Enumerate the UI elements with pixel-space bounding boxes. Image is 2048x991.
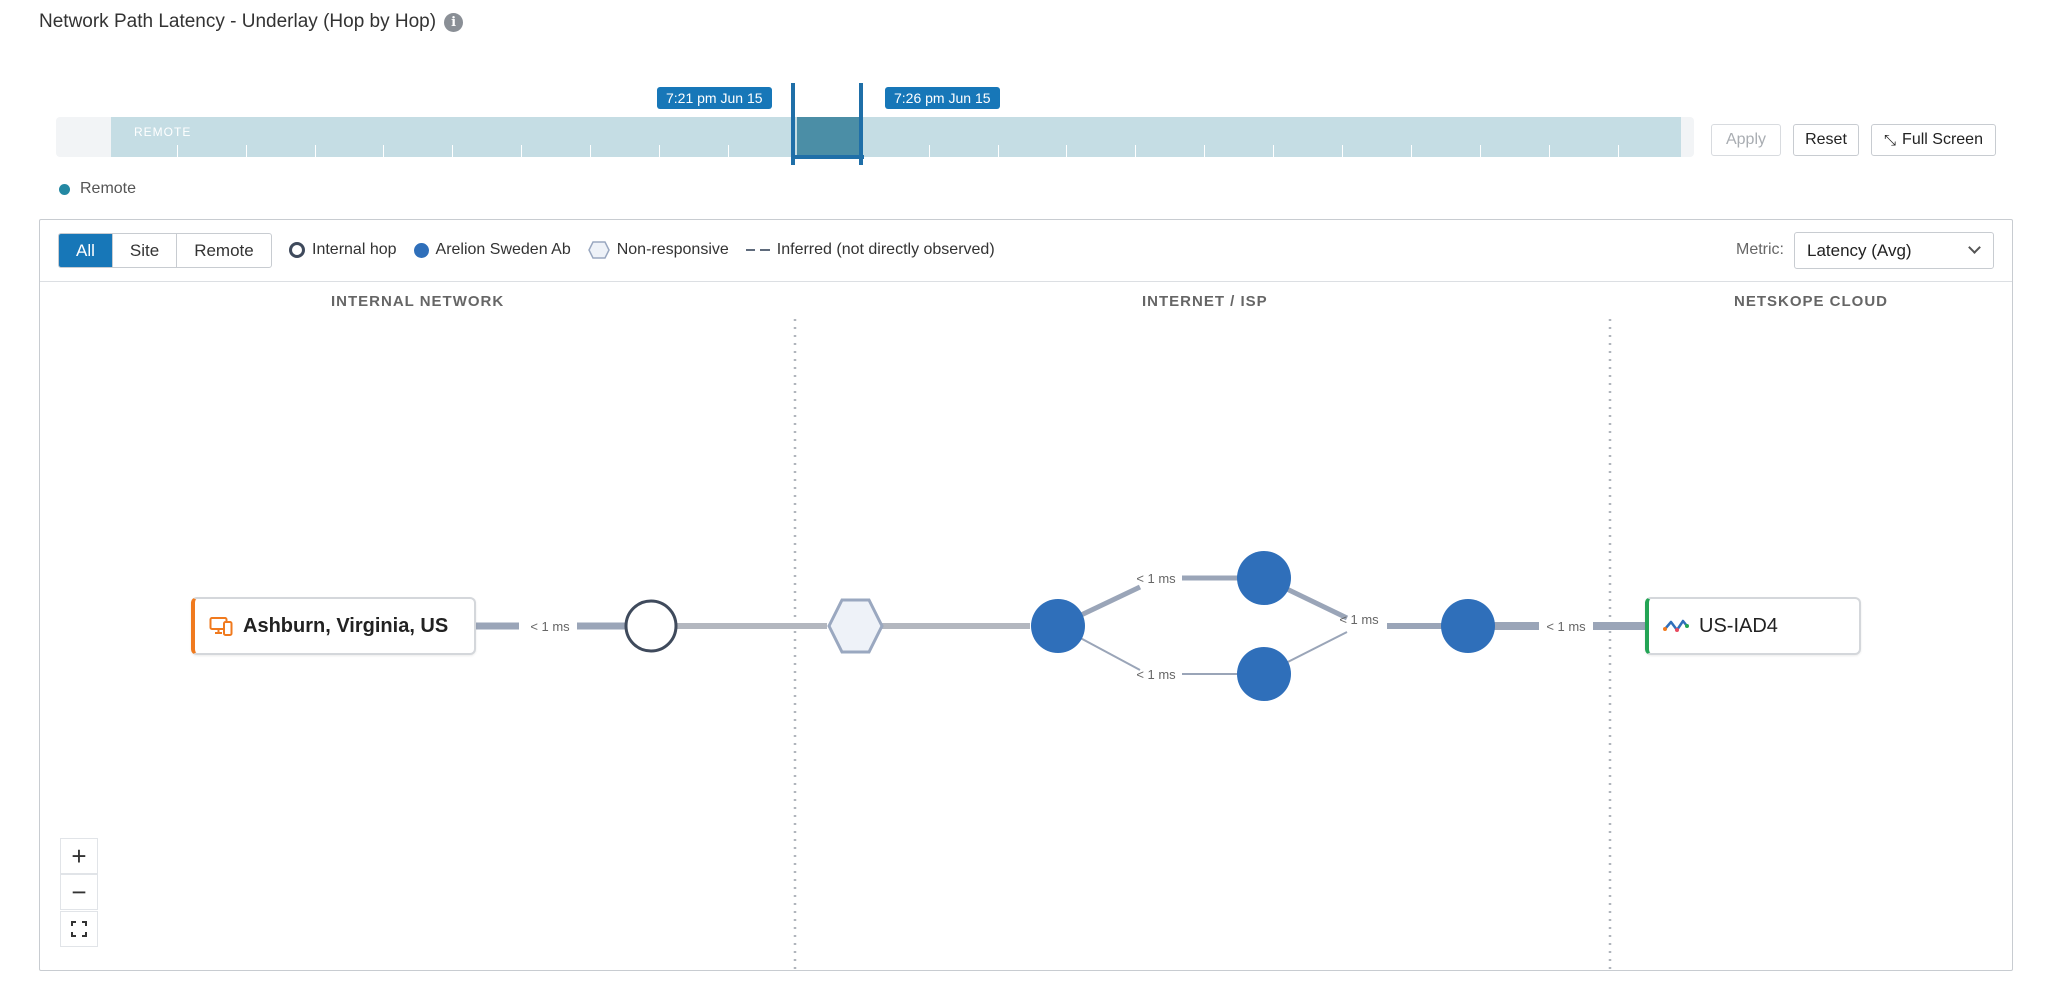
timeline-selection[interactable] [797, 117, 862, 157]
remote-dot-icon [59, 183, 70, 195]
end-time-badge: 7:26 pm Jun 15 [885, 87, 1000, 109]
apply-button[interactable]: Apply [1711, 124, 1781, 156]
zoom-in-button[interactable]: + [60, 838, 98, 874]
timeline-tick [452, 145, 453, 157]
timeline-tick [1549, 145, 1550, 157]
timeline-tick [1273, 145, 1274, 157]
isp-hop-node[interactable] [1031, 599, 1085, 653]
timeline-tick [177, 145, 178, 157]
path-graph: < 1 ms < 1 ms < 1 ms < 1 ms < 1 ms [476, 319, 1645, 970]
timeline-tick [1204, 145, 1205, 157]
info-icon[interactable]: i [444, 12, 464, 32]
title-row: Network Path Latency - Underlay (Hop by … [39, 11, 464, 33]
latency-label: < 1 ms [1136, 571, 1176, 586]
latency-label: < 1 ms [530, 619, 570, 634]
latency-label: < 1 ms [1546, 619, 1586, 634]
timeline-legend: Remote [59, 180, 136, 198]
timeline-band-label: REMOTE [134, 125, 192, 139]
destination-node-label: US-IAD4 [1699, 614, 1778, 637]
timeline-start-handle[interactable] [791, 83, 795, 165]
reset-button[interactable]: Reset [1793, 124, 1859, 156]
timeline-brush[interactable]: REMOTE 7:21 pm Jun 15 7:26 pm Jun 15 [56, 83, 1694, 165]
timeline-tick [1618, 145, 1619, 157]
remote-legend-label: Remote [80, 180, 137, 197]
timeline-tick [659, 145, 660, 157]
timeline-tick [590, 145, 591, 157]
timeline-tick [929, 145, 930, 157]
timeline-tick [998, 145, 999, 157]
fullscreen-label: Full Screen [1902, 131, 1983, 148]
internal-hop-node[interactable] [624, 599, 678, 653]
devices-icon [209, 617, 233, 636]
fit-screen-icon [71, 921, 87, 937]
timeline-tick [1066, 145, 1067, 157]
timeline-tick [383, 145, 384, 157]
source-node[interactable]: Ashburn, Virginia, US [191, 597, 476, 655]
timeline-tick [728, 145, 729, 157]
latency-label: < 1 ms [1136, 667, 1176, 682]
timeline-tick [1342, 145, 1343, 157]
fullscreen-button[interactable]: ⤡ Full Screen [1871, 124, 1996, 156]
path-panel: All Site Remote Internal hop Arelion Swe… [39, 219, 2013, 971]
timeline-tick [1135, 145, 1136, 157]
start-time-badge: 7:21 pm Jun 15 [657, 87, 772, 109]
isp-hop-node[interactable] [1237, 647, 1291, 701]
latency-label: < 1 ms [1339, 612, 1379, 627]
timeline-tick [521, 145, 522, 157]
timeline-tick [1411, 145, 1412, 157]
timeline-end-handle[interactable] [859, 83, 863, 165]
zoom-out-button[interactable]: − [60, 874, 98, 910]
timeline-band-remote [111, 117, 1681, 157]
timeline-selection-bar [794, 155, 864, 159]
timeline-tick [246, 145, 247, 157]
expand-icon: ⤡ [1884, 131, 1897, 149]
non-responsive-hop-node[interactable] [827, 598, 884, 654]
source-node-label: Ashburn, Virginia, US [243, 614, 449, 637]
destination-node[interactable]: US-IAD4 [1645, 597, 1861, 655]
netskope-logo-icon [1663, 619, 1689, 632]
timeline-tick [315, 145, 316, 157]
page-title: Network Path Latency - Underlay (Hop by … [39, 11, 437, 32]
fit-view-button[interactable] [60, 911, 98, 947]
isp-hop-node[interactable] [1441, 599, 1495, 653]
isp-hop-node[interactable] [1237, 551, 1291, 605]
timeline-tick [1480, 145, 1481, 157]
